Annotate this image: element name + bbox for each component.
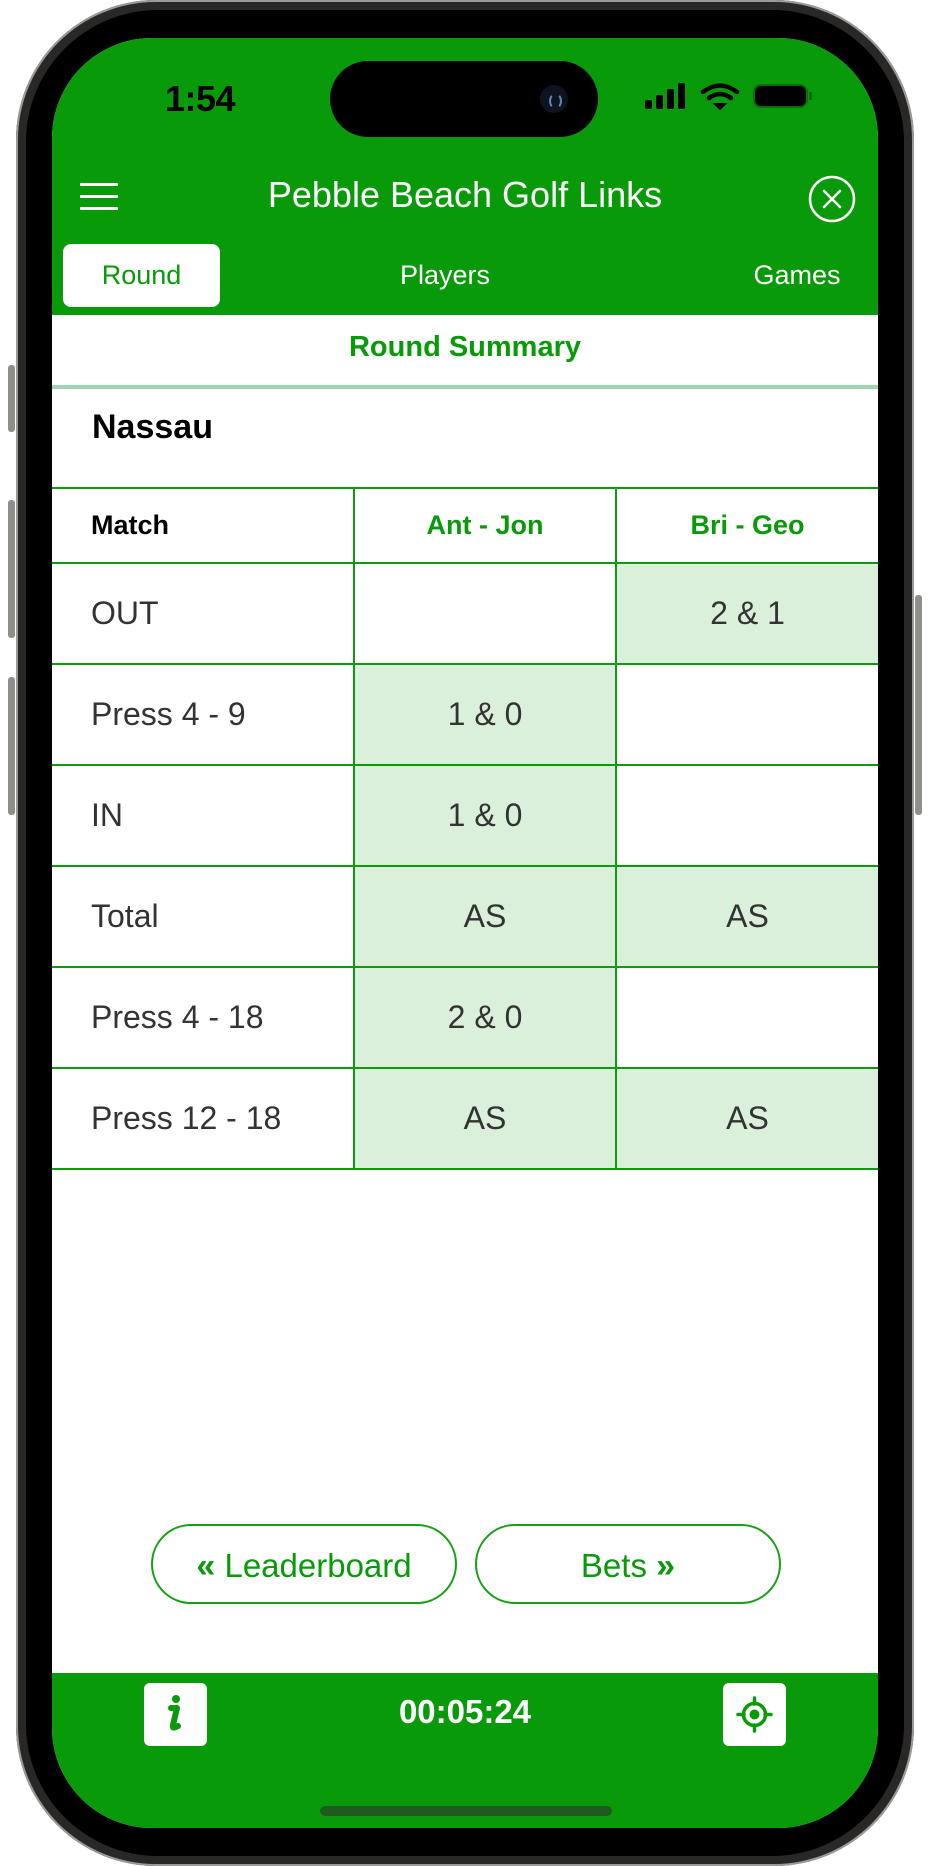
device-power-button — [915, 595, 922, 815]
tab-bar: Round Players Games — [52, 244, 878, 308]
close-circle-icon[interactable] — [808, 175, 856, 223]
device-action-button — [8, 365, 15, 432]
double-chevron-right-icon: » — [656, 1547, 676, 1585]
table-row: IN 1 & 0 — [52, 764, 878, 867]
signal-icon — [645, 83, 685, 109]
row-label: OUT — [52, 562, 355, 665]
battery-icon — [753, 84, 812, 108]
result-cell: 2 & 0 — [353, 966, 617, 1069]
row-label: Press 12 - 18 — [52, 1067, 355, 1170]
device-volume-up-button — [8, 500, 15, 638]
result-cell: AS — [353, 865, 617, 968]
table-header-row: Match Ant - Jon Bri - Geo — [52, 487, 878, 564]
tab-players[interactable]: Players — [332, 244, 558, 307]
result-cell: AS — [615, 865, 878, 968]
status-icons — [645, 83, 812, 111]
table-row: Total AS AS — [52, 865, 878, 968]
result-cell — [615, 966, 878, 1069]
bets-button[interactable]: Bets » — [475, 1524, 781, 1604]
locate-icon — [736, 1696, 773, 1733]
app-screen: 1:54 Pebble Beach Golf Links Round Playe… — [52, 38, 878, 1828]
dynamic-island — [330, 61, 598, 137]
row-label: IN — [52, 764, 355, 867]
row-label: Press 4 - 9 — [52, 663, 355, 766]
result-cell: 1 & 0 — [353, 663, 617, 766]
result-cell: AS — [353, 1067, 617, 1170]
double-chevron-left-icon: « — [196, 1547, 216, 1585]
result-cell — [353, 562, 617, 665]
course-title: Pebble Beach Golf Links — [267, 174, 663, 215]
tab-games[interactable]: Games — [732, 244, 862, 307]
result-cell: 2 & 1 — [615, 562, 878, 665]
leaderboard-button[interactable]: « Leaderboard — [151, 1524, 457, 1604]
result-cell — [615, 764, 878, 867]
header-team-1[interactable]: Ant - Jon — [353, 487, 617, 564]
header-team-2[interactable]: Bri - Geo — [615, 487, 878, 564]
row-label: Press 4 - 18 — [52, 966, 355, 1069]
device-volume-down-button — [8, 677, 15, 815]
table-row: Press 4 - 91 & 0 — [52, 663, 878, 766]
home-indicator[interactable] — [320, 1806, 612, 1816]
round-summary-heading: Round Summary — [52, 315, 878, 389]
result-cell: AS — [615, 1067, 878, 1170]
app-footer: 00:05:24 — [52, 1673, 878, 1828]
app-header: 1:54 Pebble Beach Golf Links Round Playe… — [52, 38, 878, 315]
bets-button-label: Bets — [580, 1547, 647, 1584]
header-match: Match — [52, 487, 355, 564]
locate-button[interactable] — [723, 1683, 786, 1746]
result-cell: 1 & 0 — [353, 764, 617, 867]
table-row: Press 12 - 18 AS AS — [52, 1067, 878, 1170]
wifi-icon — [700, 83, 740, 111]
nassau-table: Match Ant - Jon Bri - Geo OUT 2 & 1 Press … — [52, 487, 878, 1170]
tab-round[interactable]: Round — [63, 244, 220, 307]
camera-icon — [540, 85, 568, 113]
table-row: Press 4 - 18 2 & 0 — [52, 966, 878, 1069]
result-cell — [615, 663, 878, 766]
game-title: Nassau — [92, 408, 213, 446]
status-time: 1:54 — [165, 78, 236, 119]
row-label: Total — [52, 865, 355, 968]
leaderboard-button-label: Leaderboard — [224, 1547, 412, 1584]
table-row: OUT 2 & 1 — [52, 562, 878, 665]
